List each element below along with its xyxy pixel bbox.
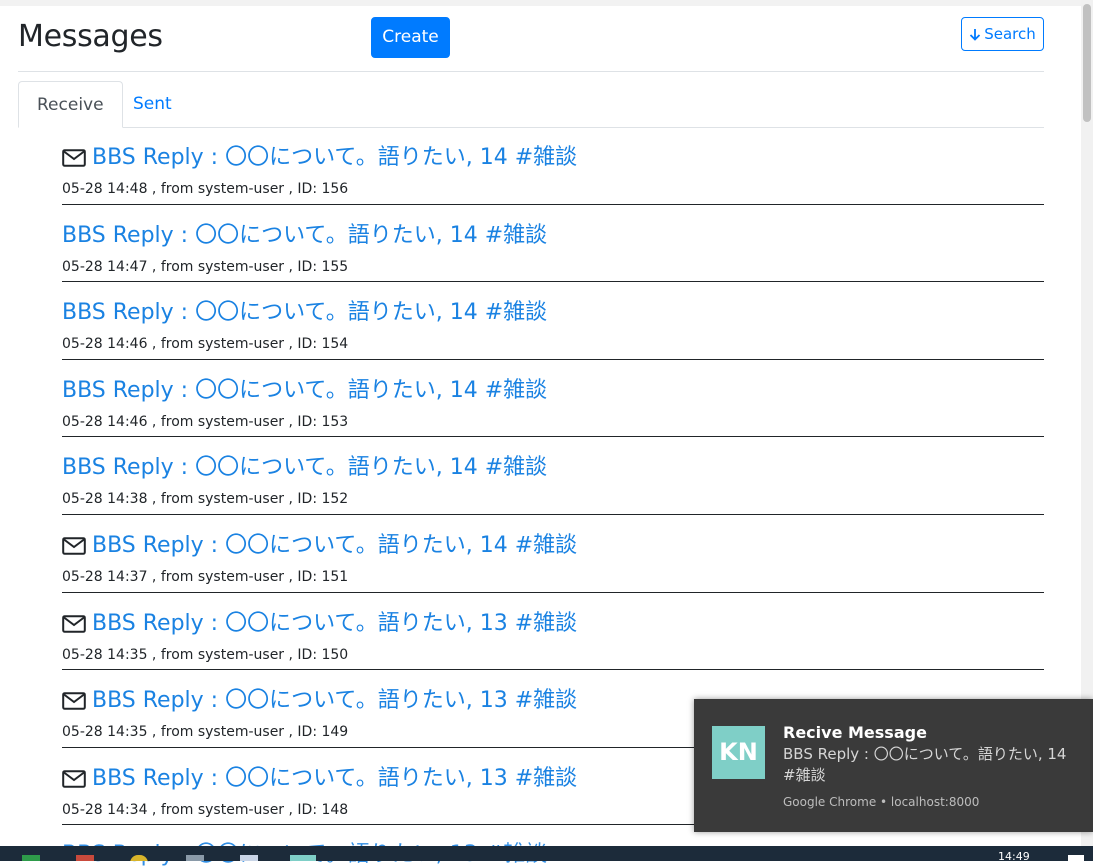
page-header: Messages Create Search bbox=[18, 6, 1044, 72]
tab-receive[interactable]: Receive bbox=[18, 81, 123, 128]
create-button[interactable]: Create bbox=[371, 17, 450, 58]
notification-avatar: KN bbox=[712, 726, 765, 779]
search-button-label: Search bbox=[984, 25, 1036, 43]
page-title: Messages bbox=[18, 19, 163, 54]
message-meta: 05-28 14:38 , from system-user , ID: 152 bbox=[62, 491, 349, 508]
message-title-text: BBS Reply : 〇〇について。語りたい, 14 #雑談 bbox=[62, 300, 548, 326]
message-meta: 05-28 14:46 , from system-user , ID: 154 bbox=[62, 336, 349, 353]
message-meta: 05-28 14:35 , from system-user , ID: 149 bbox=[62, 724, 349, 741]
message-title-text: BBS Reply : 〇〇について。語りたい, 13 #雑談 bbox=[92, 765, 578, 791]
message-title-text: BBS Reply : 〇〇について。語りたい, 13 #雑談 bbox=[92, 610, 578, 636]
taskbar-app-icon[interactable] bbox=[240, 855, 258, 861]
message-title-link[interactable]: BBS Reply : 〇〇について。語りたい, 14 #雑談 bbox=[62, 139, 577, 171]
tab-sent[interactable]: Sent bbox=[115, 81, 190, 127]
message-title-text: BBS Reply : 〇〇について。語りたい, 14 #雑談 bbox=[62, 222, 548, 248]
notification-center-icon[interactable] bbox=[1068, 855, 1084, 861]
message-title-link[interactable]: BBS Reply : 〇〇について。語りたい, 13 #雑談 bbox=[62, 682, 577, 714]
notification-title: Recive Message bbox=[783, 723, 927, 742]
notification-body: BBS Reply : 〇〇について。語りたい, 14 #雑談 bbox=[783, 745, 1067, 784]
message-title-text: BBS Reply : 〇〇について。語りたい, 14 #雑談 bbox=[62, 455, 548, 481]
message-item: BBS Reply : 〇〇について。語りたい, 13 #雑談 05-28 14:… bbox=[62, 593, 1044, 671]
envelope-icon bbox=[62, 149, 86, 167]
desktop-notification[interactable]: KN Recive Message BBS Reply : 〇〇について。語りた… bbox=[694, 699, 1093, 832]
message-title-link[interactable]: BBS Reply : 〇〇について。語りたい, 14 #雑談 bbox=[62, 372, 547, 404]
search-button[interactable]: Search bbox=[961, 17, 1044, 51]
message-meta: 05-28 14:34 , from system-user , ID: 148 bbox=[62, 801, 349, 818]
message-title-text: BBS Reply : 〇〇について。語りたい, 13 #雑談 bbox=[92, 688, 578, 714]
taskbar-clock: 14:49 bbox=[998, 850, 1030, 861]
notification-source: Google Chrome • localhost:8000 bbox=[783, 795, 980, 809]
message-item: BBS Reply : 〇〇について。語りたい, 14 #雑談 05-28 14:… bbox=[62, 360, 1044, 438]
taskbar-app-icon[interactable] bbox=[22, 855, 40, 861]
message-item: BBS Reply : 〇〇について。語りたい, 14 #雑談 05-28 14:… bbox=[62, 282, 1044, 360]
message-title-link[interactable]: BBS Reply : 〇〇について。語りたい, 14 #雑談 bbox=[62, 294, 547, 326]
arrow-down-icon bbox=[970, 29, 981, 41]
message-meta: 05-28 14:47 , from system-user , ID: 155 bbox=[62, 258, 349, 275]
envelope-icon bbox=[62, 537, 86, 555]
message-item: BBS Reply : 〇〇について。語りたい, 14 #雑談 05-28 14:… bbox=[62, 127, 1044, 205]
message-title-link[interactable]: BBS Reply : 〇〇について。語りたい, 14 #雑談 bbox=[62, 217, 547, 249]
envelope-icon bbox=[62, 692, 86, 710]
message-title-text: BBS Reply : 〇〇について。語りたい, 14 #雑談 bbox=[92, 145, 578, 170]
message-title-link[interactable]: BBS Reply : 〇〇について。語りたい, 13 #雑談 bbox=[62, 760, 577, 792]
scrollbar-thumb[interactable] bbox=[1083, 4, 1091, 122]
taskbar-app-icon[interactable] bbox=[130, 855, 148, 861]
message-meta: 05-28 14:35 , from system-user , ID: 150 bbox=[62, 646, 349, 663]
message-item: BBS Reply : 〇〇について。語りたい, 14 #雑談 05-28 14:… bbox=[62, 437, 1044, 515]
taskbar-app-icon[interactable] bbox=[76, 855, 94, 861]
message-meta: 05-28 14:37 , from system-user , ID: 151 bbox=[62, 568, 349, 585]
message-title-link[interactable]: BBS Reply : 〇〇について。語りたい, 13 #雑談 bbox=[62, 605, 577, 637]
message-title-text: BBS Reply : 〇〇について。語りたい, 14 #雑談 bbox=[62, 377, 548, 403]
messages-page: Messages Create Search Receive Sent bbox=[18, 6, 1044, 128]
message-title-text: BBS Reply : 〇〇について。語りたい, 14 #雑談 bbox=[92, 532, 578, 558]
message-meta: 05-28 14:46 , from system-user , ID: 153 bbox=[62, 413, 349, 430]
message-tabs: Receive Sent bbox=[18, 81, 1044, 128]
os-taskbar: 14:49 bbox=[0, 846, 1093, 861]
message-title-link[interactable]: BBS Reply : 〇〇について。語りたい, 14 #雑談 bbox=[62, 449, 547, 481]
message-title-link[interactable]: BBS Reply : 〇〇について。語りたい, 14 #雑談 bbox=[62, 527, 577, 559]
envelope-icon bbox=[62, 614, 86, 633]
message-item: BBS Reply : 〇〇について。語りたい, 14 #雑談 05-28 14:… bbox=[62, 205, 1044, 283]
taskbar-app-icon[interactable] bbox=[186, 855, 204, 861]
message-meta: 05-28 14:48 , from system-user , ID: 156 bbox=[62, 181, 349, 197]
envelope-icon bbox=[62, 769, 86, 788]
taskbar-app-icon[interactable] bbox=[290, 855, 316, 861]
message-item: BBS Reply : 〇〇について。語りたい, 14 #雑談 05-28 14:… bbox=[62, 515, 1044, 593]
